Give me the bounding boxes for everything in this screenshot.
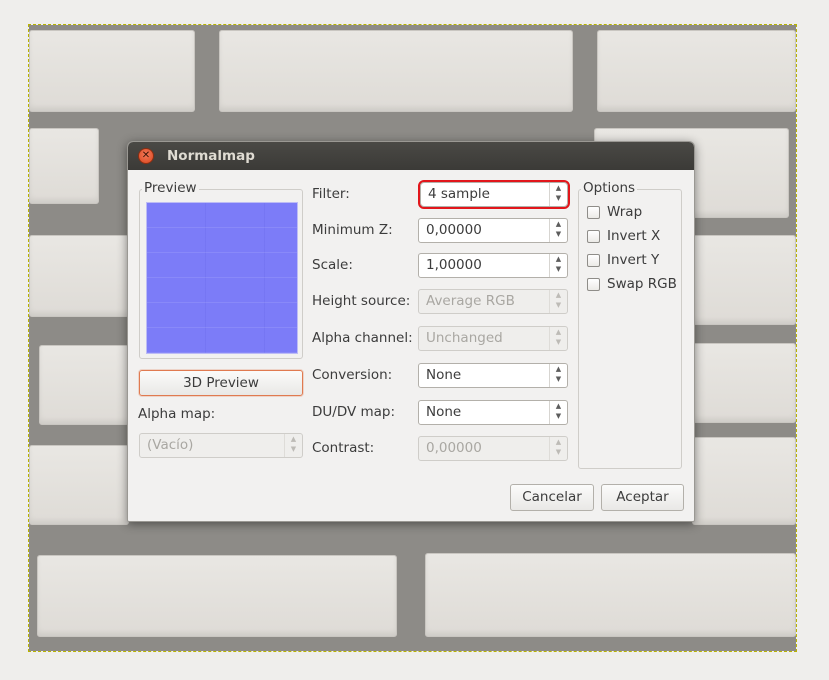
filter-combo[interactable]: 4 sample ▲ ▼ xyxy=(418,180,570,209)
scale-value: 1,00000 xyxy=(426,257,482,273)
accept-label: Aceptar xyxy=(616,489,669,505)
wrap-label[interactable]: Wrap xyxy=(607,204,642,220)
combo-arrows-icon: ▲ ▼ xyxy=(549,290,567,313)
cancel-label: Cancelar xyxy=(522,489,582,505)
3d-preview-label: 3D Preview xyxy=(183,375,259,391)
brick xyxy=(37,555,397,637)
min-z-label: Minimum Z: xyxy=(312,222,393,238)
alpha-channel-label: Alpha channel: xyxy=(312,330,413,346)
preview-frame-title: Preview xyxy=(142,180,199,196)
filter-value: 4 sample xyxy=(428,186,490,202)
combo-arrows-icon: ▲ ▼ xyxy=(549,364,567,387)
cancel-button[interactable]: Cancelar xyxy=(510,484,594,511)
swap-rgb-checkbox[interactable] xyxy=(587,278,600,291)
close-icon[interactable]: ✕ xyxy=(138,148,154,164)
height-source-combo[interactable]: Average RGB ▲ ▼ xyxy=(418,289,568,314)
brick xyxy=(219,30,573,112)
contrast-label: Contrast: xyxy=(312,440,375,456)
brick xyxy=(29,445,129,525)
combo-arrows-icon: ▲ ▼ xyxy=(284,434,302,457)
conversion-combo[interactable]: None ▲ ▼ xyxy=(418,363,568,388)
invert-x-label[interactable]: Invert X xyxy=(607,228,660,244)
scale-label: Scale: xyxy=(312,257,353,273)
brick xyxy=(597,30,796,112)
contrast-value: 0,00000 xyxy=(426,440,482,456)
alpha-map-value: (Vacío) xyxy=(147,437,194,453)
spinner-arrows-icon[interactable]: ▲ ▼ xyxy=(549,254,567,277)
brick xyxy=(692,235,796,325)
3d-preview-button[interactable]: 3D Preview xyxy=(139,370,303,396)
invert-y-checkbox[interactable] xyxy=(587,254,600,267)
dudv-map-value: None xyxy=(426,404,462,420)
dialog-title: Normalmap xyxy=(167,148,255,164)
alpha-channel-combo[interactable]: Unchanged ▲ ▼ xyxy=(418,326,568,351)
scale-spinner[interactable]: 1,00000 ▲ ▼ xyxy=(418,253,568,278)
min-z-value: 0,00000 xyxy=(426,222,482,238)
height-source-value: Average RGB xyxy=(426,293,515,309)
spinner-arrows-icon[interactable]: ▲ ▼ xyxy=(549,219,567,242)
combo-arrows-icon: ▲ ▼ xyxy=(549,183,567,206)
alpha-map-label: Alpha map: xyxy=(138,406,216,422)
brick xyxy=(29,30,195,112)
dudv-map-label: DU/DV map: xyxy=(312,404,396,420)
wrap-checkbox[interactable] xyxy=(587,206,600,219)
brick xyxy=(692,343,796,423)
invert-y-label[interactable]: Invert Y xyxy=(607,252,659,268)
alpha-map-combo[interactable]: (Vacío) ▲ ▼ xyxy=(139,433,303,458)
combo-arrows-icon: ▲ ▼ xyxy=(549,327,567,350)
brick xyxy=(425,553,796,637)
brick xyxy=(29,235,129,317)
height-source-label: Height source: xyxy=(312,293,411,309)
accept-button[interactable]: Aceptar xyxy=(601,484,684,511)
min-z-spinner[interactable]: 0,00000 ▲ ▼ xyxy=(418,218,568,243)
options-frame-title: Options xyxy=(581,180,638,196)
dudv-map-combo[interactable]: None ▲ ▼ xyxy=(418,400,568,425)
normalmap-preview xyxy=(146,202,298,354)
filter-label: Filter: xyxy=(312,186,350,202)
brick xyxy=(692,437,796,525)
normalmap-dialog: ✕ Normalmap Preview 3D Preview Alpha map… xyxy=(127,141,695,522)
title-bar[interactable]: ✕ Normalmap xyxy=(128,142,694,170)
swap-rgb-label[interactable]: Swap RGB xyxy=(607,276,677,292)
conversion-label: Conversion: xyxy=(312,367,393,383)
combo-arrows-icon: ▲ ▼ xyxy=(549,401,567,424)
contrast-spinner[interactable]: 0,00000 ▲ ▼ xyxy=(418,436,568,461)
invert-x-checkbox[interactable] xyxy=(587,230,600,243)
spinner-arrows-icon: ▲ ▼ xyxy=(549,437,567,460)
alpha-channel-value: Unchanged xyxy=(426,330,503,346)
conversion-value: None xyxy=(426,367,462,383)
brick xyxy=(29,128,99,204)
brick xyxy=(39,345,129,425)
